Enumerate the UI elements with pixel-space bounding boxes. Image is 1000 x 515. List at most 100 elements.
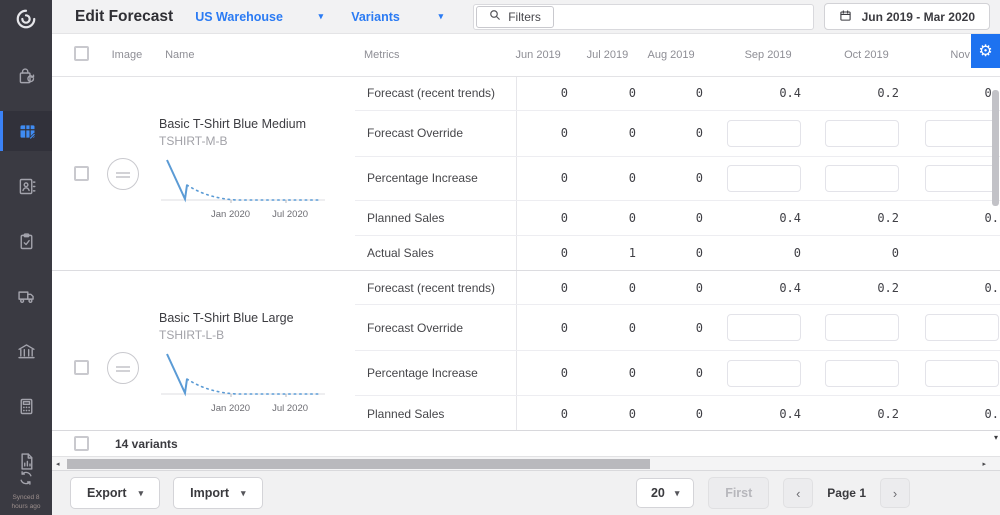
- metric-row: Planned Sales 0 0 0 0.4 0.2 0.: [355, 396, 1000, 430]
- forecast-override-input[interactable]: [727, 314, 801, 341]
- table-body: Basic T-Shirt Blue Medium TSHIRT-M-B: [52, 77, 1000, 430]
- variant-row: Basic T-Shirt Blue Large TSHIRT-L-B: [52, 271, 1000, 430]
- forecast-override-input[interactable]: [925, 120, 999, 147]
- horizontal-scrollbar[interactable]: ◂ ▸: [52, 456, 1000, 470]
- metric-label: Forecast Override: [355, 305, 517, 350]
- metric-value: 0: [650, 86, 717, 100]
- sidebar-item-forecast[interactable]: [0, 111, 52, 151]
- forecast-override-input[interactable]: [925, 314, 999, 341]
- filters-input[interactable]: Filters: [473, 4, 813, 30]
- percentage-increase-input[interactable]: [727, 360, 801, 387]
- column-settings-button[interactable]: ⚙: [971, 34, 1000, 68]
- date-range-button[interactable]: Jun 2019 - Mar 2020: [824, 3, 990, 30]
- metric-label: Forecast (recent trends): [355, 77, 517, 110]
- percentage-increase-input[interactable]: [925, 165, 999, 192]
- metric-value: 0: [517, 281, 582, 295]
- select-checkbox[interactable]: [74, 166, 89, 181]
- metric-value: 0: [717, 246, 815, 260]
- sidebar-item-warehouses[interactable]: [0, 331, 52, 371]
- chevron-down-icon: ▾: [675, 488, 680, 499]
- column-header-metrics: Metrics: [352, 49, 510, 61]
- product-image-placeholder: [107, 158, 139, 190]
- metric-value: 0: [650, 211, 717, 225]
- previous-page-button[interactable]: ‹: [783, 478, 813, 508]
- warehouse-dropdown[interactable]: US Warehouse ▾: [195, 10, 323, 24]
- metric-row: Forecast (recent trends) 0 0 0 0.4 0.2 0…: [355, 77, 1000, 111]
- select-all-checkbox[interactable]: [74, 46, 89, 61]
- percentage-increase-input[interactable]: [925, 360, 999, 387]
- vertical-scrollbar-thumb[interactable]: [992, 90, 999, 206]
- metric-value: 0: [650, 407, 717, 421]
- metric-value: 1: [582, 246, 650, 260]
- export-button[interactable]: Export ▾: [70, 477, 160, 509]
- first-page-button[interactable]: First: [708, 477, 769, 509]
- forecast-override-input[interactable]: [825, 120, 899, 147]
- metric-value: 0: [650, 246, 717, 260]
- view-dropdown[interactable]: Variants ▾: [351, 10, 443, 24]
- next-page-button[interactable]: ›: [880, 478, 910, 508]
- pagination: 20 ▾ First ‹ Page 1 ›: [636, 477, 910, 509]
- sales-sparkline: Jan 2020 Jul 2020: [159, 156, 327, 220]
- select-checkbox[interactable]: [74, 360, 89, 375]
- page-title: Edit Forecast: [75, 8, 173, 26]
- percentage-increase-input[interactable]: [825, 360, 899, 387]
- variant-row: Basic T-Shirt Blue Medium TSHIRT-M-B: [52, 77, 1000, 271]
- date-range-label: Jun 2019 - Mar 2020: [862, 10, 975, 24]
- table-header: Image Name Metrics Jun 2019 Jul 2019 Aug…: [52, 34, 1000, 77]
- month-header: Oct 2019: [806, 49, 903, 61]
- topbar: Edit Forecast US Warehouse ▾ Variants ▾ …: [52, 0, 1000, 34]
- scroll-down-arrow-icon[interactable]: ▾: [994, 433, 998, 442]
- forecast-override-input[interactable]: [825, 314, 899, 341]
- product-name: Basic T-Shirt Blue Large: [159, 311, 327, 325]
- footer-toolbar: Export ▾ Import ▾ 20 ▾ First ‹ Page 1 ›: [52, 470, 1000, 515]
- metric-label: Percentage Increase: [355, 157, 517, 201]
- percentage-increase-input[interactable]: [727, 165, 801, 192]
- product-sku: TSHIRT-L-B: [159, 328, 327, 342]
- metric-value: 0.4: [717, 407, 815, 421]
- sidebar-item-shipments[interactable]: [0, 276, 52, 316]
- metric-value: 0: [517, 211, 582, 225]
- filters-chip-label: Filters: [508, 10, 541, 24]
- import-button[interactable]: Import ▾: [173, 477, 262, 509]
- filters-chip[interactable]: Filters: [476, 6, 554, 28]
- chevron-down-icon: ▾: [139, 488, 144, 499]
- metric-value: 0.2: [815, 281, 913, 295]
- metric-value: 0.: [913, 86, 1000, 100]
- metric-value: 0: [650, 171, 717, 185]
- metric-value: 0: [517, 171, 582, 185]
- metric-label: Forecast Override: [355, 111, 517, 156]
- select-page-checkbox[interactable]: [74, 436, 89, 451]
- page-size-dropdown[interactable]: 20 ▾: [636, 478, 694, 508]
- sync-status[interactable]: Synced 8 hours ago: [0, 469, 52, 511]
- scroll-left-arrow-icon[interactable]: ◂: [56, 460, 60, 468]
- sidebar-item-tasks[interactable]: [0, 221, 52, 261]
- metric-value: 0.4: [717, 211, 815, 225]
- horizontal-scrollbar-thumb[interactable]: [67, 459, 650, 469]
- metric-value: 0: [582, 321, 650, 335]
- sparkline-tick-label: Jan 2020: [211, 209, 250, 220]
- forecast-override-input[interactable]: [727, 120, 801, 147]
- search-icon: [489, 9, 501, 24]
- metric-value: 0: [517, 86, 582, 100]
- product-sku: TSHIRT-M-B: [159, 134, 327, 148]
- metric-value: 0.: [913, 281, 1000, 295]
- sparkline-tick-label: Jul 2020: [272, 209, 308, 220]
- metric-value: 0: [650, 281, 717, 295]
- sidebar: Synced 8 hours ago: [0, 0, 52, 515]
- product-cell: Basic T-Shirt Blue Large TSHIRT-L-B: [52, 271, 355, 430]
- sidebar-item-calculator[interactable]: [0, 386, 52, 426]
- metric-value: 0.2: [815, 86, 913, 100]
- percentage-increase-input[interactable]: [825, 165, 899, 192]
- metric-value: 0.2: [815, 211, 913, 225]
- sidebar-item-suppliers[interactable]: [0, 166, 52, 206]
- sidebar-item-purchase-orders[interactable]: [0, 56, 52, 96]
- current-page-label: Page 1: [827, 486, 866, 500]
- app: Synced 8 hours ago Edit Forecast US Ware…: [0, 0, 1000, 515]
- metric-label: Planned Sales: [355, 201, 517, 235]
- column-header-name: Name: [159, 49, 352, 61]
- variants-count: 14 variants: [115, 437, 178, 451]
- metric-label: Planned Sales: [355, 396, 517, 430]
- scroll-right-arrow-icon[interactable]: ▸: [982, 460, 986, 468]
- metric-value: 0: [517, 246, 582, 260]
- month-header: Aug 2019: [642, 49, 708, 61]
